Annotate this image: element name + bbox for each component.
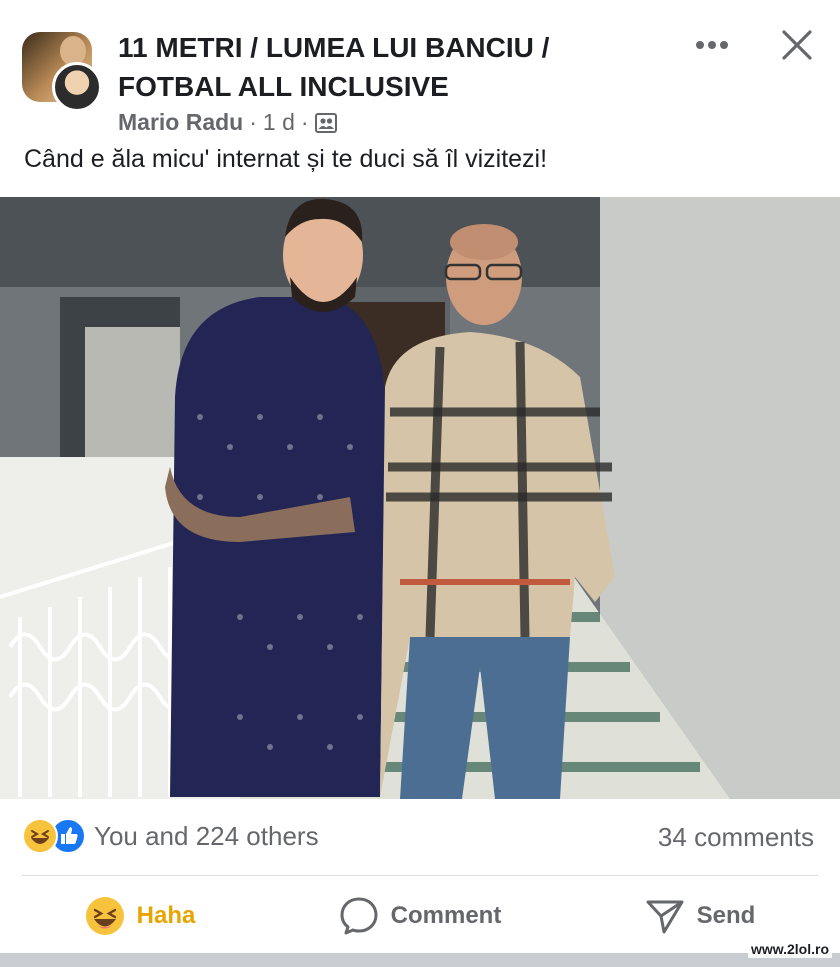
haha-button[interactable]: Haha (0, 880, 280, 952)
send-icon (646, 900, 684, 934)
post-header: 11 METRI / LUMEA LUI BANCIU / FOTBAL ALL… (0, 0, 840, 195)
comments-count[interactable]: 34 comments (658, 822, 814, 853)
page-title[interactable]: 11 METRI / LUMEA LUI BANCIU / FOTBAL ALL… (118, 28, 638, 106)
more-horizontal-icon (696, 41, 728, 49)
page-avatar-group[interactable] (22, 32, 104, 112)
haha-emoji-icon (85, 897, 124, 935)
comment-button[interactable]: Comment (280, 880, 560, 952)
author-name[interactable]: Mario Radu (118, 109, 243, 136)
haha-reaction-icon (22, 818, 58, 854)
comment-label: Comment (390, 902, 502, 929)
meta-separator: · (300, 109, 309, 135)
bottom-separator (0, 953, 840, 967)
post-meta: Mario Radu · 1 d · (118, 109, 337, 136)
haha-label: Haha (136, 902, 196, 929)
post-caption: Când e ăla micu' internat și te duci să … (24, 145, 548, 173)
reactions-summary[interactable]: You and 224 others (22, 818, 319, 854)
send-label: Send (696, 902, 756, 929)
close-button[interactable] (776, 24, 818, 66)
watermark: www.2lol.ro (747, 940, 832, 958)
post-time[interactable]: 1 d (263, 109, 295, 136)
post-action-bar: Haha Comment Send (0, 880, 840, 952)
close-icon (782, 30, 812, 60)
author-avatar[interactable] (52, 62, 102, 112)
meta-separator: · (249, 109, 257, 135)
divider (22, 875, 818, 876)
comment-bubble-icon (340, 897, 378, 935)
more-options-button[interactable] (690, 30, 734, 60)
reactions-count-text[interactable]: You and 224 others (94, 821, 319, 852)
group-icon (314, 112, 337, 134)
post-photo[interactable] (0, 197, 840, 799)
